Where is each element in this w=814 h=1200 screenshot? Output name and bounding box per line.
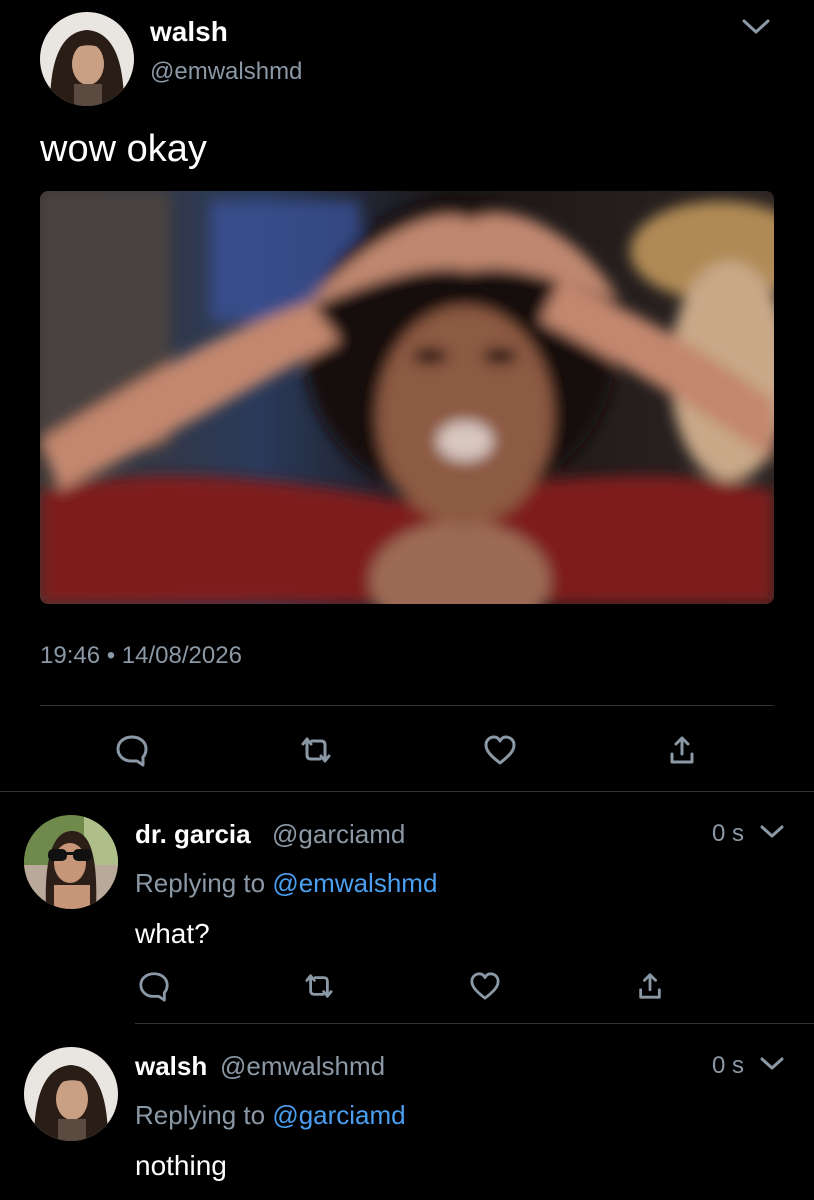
like-icon[interactable] bbox=[480, 730, 520, 770]
avatar[interactable] bbox=[40, 12, 134, 106]
replying-to: Replying to @emwalshmd bbox=[135, 868, 437, 899]
mention-link[interactable]: @garciamd bbox=[272, 1100, 405, 1130]
display-name[interactable]: dr. garcia bbox=[135, 819, 251, 850]
retweet-icon[interactable] bbox=[296, 730, 336, 770]
handle[interactable]: @emwalshmd bbox=[220, 1051, 385, 1082]
avatar[interactable] bbox=[24, 815, 118, 909]
share-icon[interactable] bbox=[662, 730, 702, 770]
tweet-text: wow okay bbox=[40, 128, 207, 170]
chevron-down-icon[interactable] bbox=[756, 818, 788, 846]
replying-to: Replying to @garciamd bbox=[135, 1100, 406, 1131]
divider bbox=[40, 705, 774, 706]
replying-prefix: Replying to bbox=[135, 1100, 266, 1130]
handle[interactable]: @emwalshmd bbox=[150, 58, 302, 86]
divider bbox=[135, 1023, 814, 1024]
tweet-text: what? bbox=[135, 918, 210, 949]
tweet-time: 0 s bbox=[712, 820, 745, 847]
reply-icon[interactable] bbox=[112, 730, 152, 770]
handle[interactable]: @garciamd bbox=[272, 819, 405, 850]
chevron-down-icon[interactable] bbox=[738, 12, 774, 42]
chevron-down-icon[interactable] bbox=[756, 1050, 788, 1078]
reply-icon[interactable] bbox=[136, 968, 172, 1004]
replying-prefix: Replying to bbox=[135, 868, 266, 898]
retweet-icon[interactable] bbox=[300, 968, 338, 1004]
display-name[interactable]: walsh bbox=[150, 16, 228, 48]
share-icon[interactable] bbox=[632, 968, 668, 1004]
tweet-text: nothing bbox=[135, 1150, 227, 1181]
mention-link[interactable]: @emwalshmd bbox=[272, 868, 437, 898]
tweet-media[interactable] bbox=[40, 191, 774, 604]
display-name[interactable]: walsh bbox=[135, 1051, 207, 1082]
avatar[interactable] bbox=[24, 1047, 118, 1141]
tweet-time: 0 s bbox=[712, 1052, 745, 1079]
like-icon[interactable] bbox=[467, 968, 503, 1004]
divider bbox=[0, 791, 814, 792]
tweet-timestamp[interactable]: 19:46 • 14/08/2026 bbox=[40, 642, 242, 670]
